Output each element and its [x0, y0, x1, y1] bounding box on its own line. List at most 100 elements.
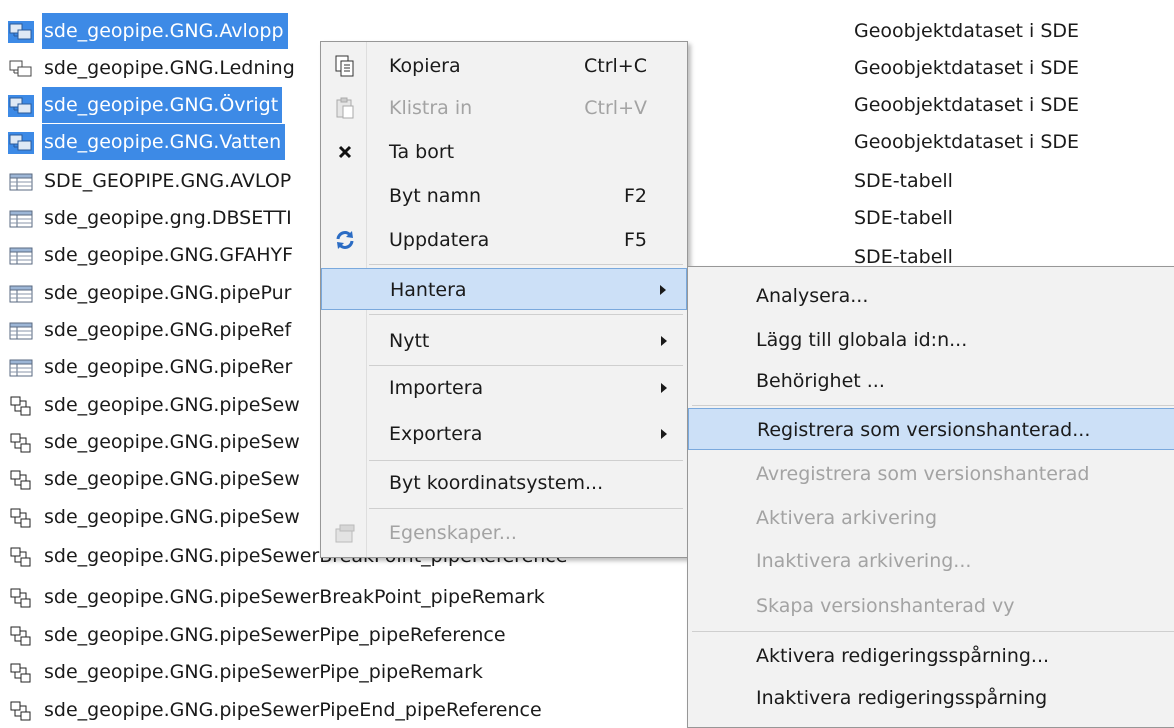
menu-item-shortcut: Ctrl+C: [584, 55, 647, 77]
menu-item-uppdatera[interactable]: Uppdatera F5: [321, 219, 687, 261]
menu-separator: [369, 264, 683, 265]
menu-item-label: Inaktivera redigeringsspårning: [756, 687, 1048, 709]
menu-item-label: Uppdatera: [389, 229, 490, 251]
tree-item-label: sde_geopipe.GNG.GFAHYF: [44, 244, 294, 266]
tree-item-type: Geoobjektdataset i SDE: [854, 57, 1080, 79]
menu-item-label: Behörighet ...: [756, 370, 885, 392]
menu-item-label: Skapa versionshanterad vy: [756, 595, 1015, 617]
relationship-class-icon: [8, 700, 34, 722]
tree-item-label: sde_geopipe.GNG.Vatten: [42, 124, 286, 160]
table-icon: [8, 283, 34, 305]
menu-item-shortcut: Ctrl+V: [584, 97, 647, 119]
menu-item-label: Byt koordinatsystem...: [389, 472, 604, 494]
menu-item-hantera[interactable]: Hantera: [321, 268, 687, 310]
menu-item-kopiera[interactable]: Kopiera Ctrl+C: [321, 45, 687, 87]
tree-item-label: sde_geopipe.GNG.Ledning: [44, 57, 295, 79]
relationship-class-icon: [8, 662, 34, 684]
submenu-arrow-icon: [661, 336, 667, 346]
menu-item-importera[interactable]: Importera: [321, 367, 687, 409]
menu-item-registrera-versionshanterad[interactable]: Registrera som versionshanterad...: [688, 408, 1174, 450]
menu-item-inaktivera-arkivering[interactable]: Inaktivera arkivering...: [688, 540, 1174, 582]
menu-item-byt-namn[interactable]: Byt namn F2: [321, 175, 687, 217]
menu-item-label: Hantera: [390, 279, 467, 301]
menu-item-label: Inaktivera arkivering...: [756, 550, 972, 572]
menu-item-label: Lägg till globala id:n...: [756, 329, 968, 351]
menu-item-inaktivera-redigeringssparning[interactable]: Inaktivera redigeringsspårning: [688, 677, 1174, 719]
menu-item-shortcut: F5: [623, 229, 647, 251]
tree-item-label: sde_geopipe.GNG.pipePur: [44, 282, 292, 304]
tree-item-type: Geoobjektdataset i SDE: [854, 94, 1080, 116]
tree-item-label: sde_geopipe.GNG.Avlopp: [42, 13, 288, 49]
tree-item-label: sde_geopipe.gng.DBSETTI: [44, 207, 292, 229]
menu-item-label: Avregistrera som versionshanterad: [756, 463, 1090, 485]
menu-separator: [369, 508, 683, 509]
submenu-arrow-icon: [661, 383, 667, 393]
submenu-arrow-icon: [661, 429, 667, 439]
menu-item-label: Byt namn: [389, 185, 482, 207]
relationship-class-icon: [8, 546, 34, 568]
refresh-icon: [333, 228, 357, 252]
menu-item-label: Aktivera redigeringsspårning...: [756, 645, 1050, 667]
menu-item-label: Kopiera: [389, 55, 461, 77]
tree-item-type: Geoobjektdataset i SDE: [854, 131, 1080, 153]
tree-item-label: sde_geopipe.GNG.pipeSew: [44, 431, 300, 453]
menu-item-nytt[interactable]: Nytt: [321, 320, 687, 362]
table-icon: [8, 245, 34, 267]
menu-separator: [369, 460, 683, 461]
menu-item-label: Egenskaper...: [389, 522, 517, 544]
menu-item-analysera[interactable]: Analysera...: [688, 275, 1174, 317]
tree-item-label: sde_geopipe.GNG.pipeSew: [44, 394, 300, 416]
table-icon: [8, 171, 34, 193]
relationship-class-icon: [8, 432, 34, 454]
menu-item-label: Exportera: [389, 423, 483, 445]
tree-item-label: sde_geopipe.GNG.pipeSewerPipe_pipeRemark: [44, 661, 483, 683]
menu-item-aktivera-arkivering[interactable]: Aktivera arkivering: [688, 497, 1174, 539]
tree-item-type: Geoobjektdataset i SDE: [854, 20, 1080, 42]
menu-item-label: Registrera som versionshanterad...: [757, 419, 1091, 441]
menu-item-behorighet[interactable]: Behörighet ...: [688, 360, 1174, 402]
tree-item-label: sde_geopipe.GNG.pipeSewerBreakPoint_pipe…: [44, 586, 545, 608]
menu-item-skapa-versionshanterad-vy[interactable]: Skapa versionshanterad vy: [688, 585, 1174, 627]
menu-item-byt-koordinatsystem[interactable]: Byt koordinatsystem...: [321, 462, 687, 504]
tree-item-label: sde_geopipe.GNG.pipeSew: [44, 506, 300, 528]
delete-icon: [333, 140, 357, 164]
menu-separator: [369, 314, 683, 315]
feature-dataset-icon: [8, 58, 34, 80]
tree-item-label: sde_geopipe.GNG.Övrigt: [42, 87, 283, 123]
submenu-arrow-icon: [660, 285, 666, 295]
properties-icon: [333, 521, 357, 545]
feature-dataset-icon: [8, 21, 34, 43]
menu-item-aktivera-redigeringssparning[interactable]: Aktivera redigeringsspårning...: [688, 635, 1174, 677]
relationship-class-icon: [8, 625, 34, 647]
paste-icon: [333, 96, 357, 120]
tree-item-label: sde_geopipe.GNG.pipeSewerPipe_pipeRefere…: [44, 624, 506, 646]
menu-item-avregistrera-versionshanterad[interactable]: Avregistrera som versionshanterad: [688, 453, 1174, 495]
menu-item-lagg-till-globala-id[interactable]: Lägg till globala id:n...: [688, 319, 1174, 361]
relationship-class-icon: [8, 507, 34, 529]
menu-item-klistra-in[interactable]: Klistra in Ctrl+V: [321, 87, 687, 129]
menu-separator: [369, 365, 683, 366]
menu-separator: [692, 405, 1174, 406]
copy-icon: [333, 54, 357, 78]
tree-item-type: SDE-tabell: [854, 170, 953, 192]
menu-item-label: Klistra in: [389, 97, 473, 119]
relationship-class-icon: [8, 587, 34, 609]
menu-separator: [692, 631, 1174, 632]
menu-item-egenskaper[interactable]: Egenskaper...: [321, 512, 687, 554]
table-icon: [8, 357, 34, 379]
relationship-class-icon: [8, 395, 34, 417]
tree-item-label: sde_geopipe.GNG.pipeSew: [44, 468, 300, 490]
menu-item-shortcut: F2: [623, 185, 647, 207]
table-icon: [8, 208, 34, 230]
tree-item-label: sde_geopipe.GNG.pipeRef: [44, 319, 292, 341]
tree-item-type: SDE-tabell: [854, 207, 953, 229]
table-icon: [8, 320, 34, 342]
menu-item-ta-bort[interactable]: Ta bort: [321, 131, 687, 173]
feature-dataset-icon: [8, 95, 34, 117]
menu-item-label: Importera: [389, 377, 484, 399]
menu-item-exportera[interactable]: Exportera: [321, 413, 687, 455]
menu-item-label: Analysera...: [756, 285, 869, 307]
context-menu: Kopiera Ctrl+C Klistra in Ctrl+V Ta bort…: [320, 41, 688, 558]
feature-dataset-icon: [8, 132, 34, 154]
hantera-submenu: Analysera... Lägg till globala id:n... B…: [687, 266, 1174, 728]
